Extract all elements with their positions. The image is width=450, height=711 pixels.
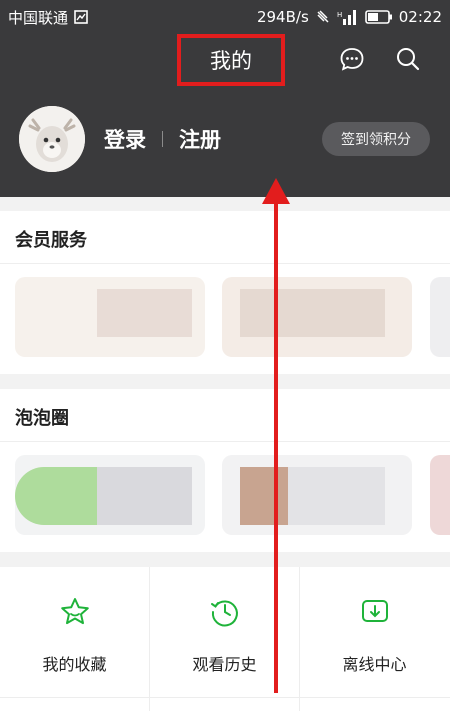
blurred-block <box>240 467 288 525</box>
history-clock-icon <box>208 595 242 629</box>
favorites-button[interactable]: 我的收藏 <box>0 567 149 699</box>
history-button[interactable]: 观看历史 <box>150 567 299 699</box>
sign-in-points-button[interactable]: 签到领积分 <box>322 122 430 156</box>
blurred-block <box>240 289 385 337</box>
offline-center-label: 离线中心 <box>342 655 407 674</box>
bubble-card[interactable] <box>430 455 450 535</box>
bubble-circle-section: 泡泡圈 <box>0 389 450 552</box>
vibrate-icon <box>315 9 331 25</box>
avatar[interactable] <box>19 106 85 172</box>
section-divider <box>0 263 450 264</box>
svg-text:H: H <box>337 11 342 19</box>
blurred-block <box>97 467 192 525</box>
image-notification-icon <box>74 10 88 24</box>
blurred-block <box>15 467 97 525</box>
battery-icon <box>364 10 393 24</box>
bubble-cards-blurred[interactable] <box>0 455 450 535</box>
clock-time: 02:22 <box>398 8 442 26</box>
offline-center-button[interactable]: 离线中心 <box>300 567 449 699</box>
member-cards-blurred[interactable] <box>0 277 450 357</box>
search-button[interactable] <box>391 42 425 76</box>
login-register-row: 登录 注册 <box>104 124 221 154</box>
status-bar: 中国联通 294B/s H 02:22 <box>0 0 450 34</box>
section-title-member: 会员服务 <box>15 230 87 251</box>
carrier-name: 中国联通 <box>8 8 69 27</box>
star-icon <box>58 595 92 629</box>
blurred-block <box>97 289 192 337</box>
profile-header: 我的 登录 注册 签到领积分 <box>0 34 450 197</box>
deer-mascot-icon <box>19 106 85 172</box>
signal-icon: H <box>337 9 359 25</box>
member-card[interactable] <box>430 277 450 357</box>
title-highlight-box: 我的 <box>177 34 285 86</box>
divider <box>162 131 163 147</box>
section-title-bubble: 泡泡圈 <box>15 408 69 429</box>
net-speed: 294B/s <box>256 8 309 26</box>
divider <box>0 697 450 698</box>
history-label: 观看历史 <box>192 655 257 674</box>
favorites-label: 我的收藏 <box>42 655 107 674</box>
search-icon <box>397 48 420 71</box>
register-link[interactable]: 注册 <box>179 124 221 154</box>
message-icon <box>340 48 364 71</box>
login-link[interactable]: 登录 <box>104 124 146 154</box>
blurred-block <box>288 467 385 525</box>
download-icon <box>358 595 392 629</box>
member-services-section: 会员服务 <box>0 211 450 374</box>
message-button[interactable] <box>335 42 369 76</box>
section-divider <box>0 441 450 442</box>
page-title: 我的 <box>210 49 252 73</box>
quick-actions-bar: 我的收藏 观看历史 离线中心 <box>0 567 450 711</box>
